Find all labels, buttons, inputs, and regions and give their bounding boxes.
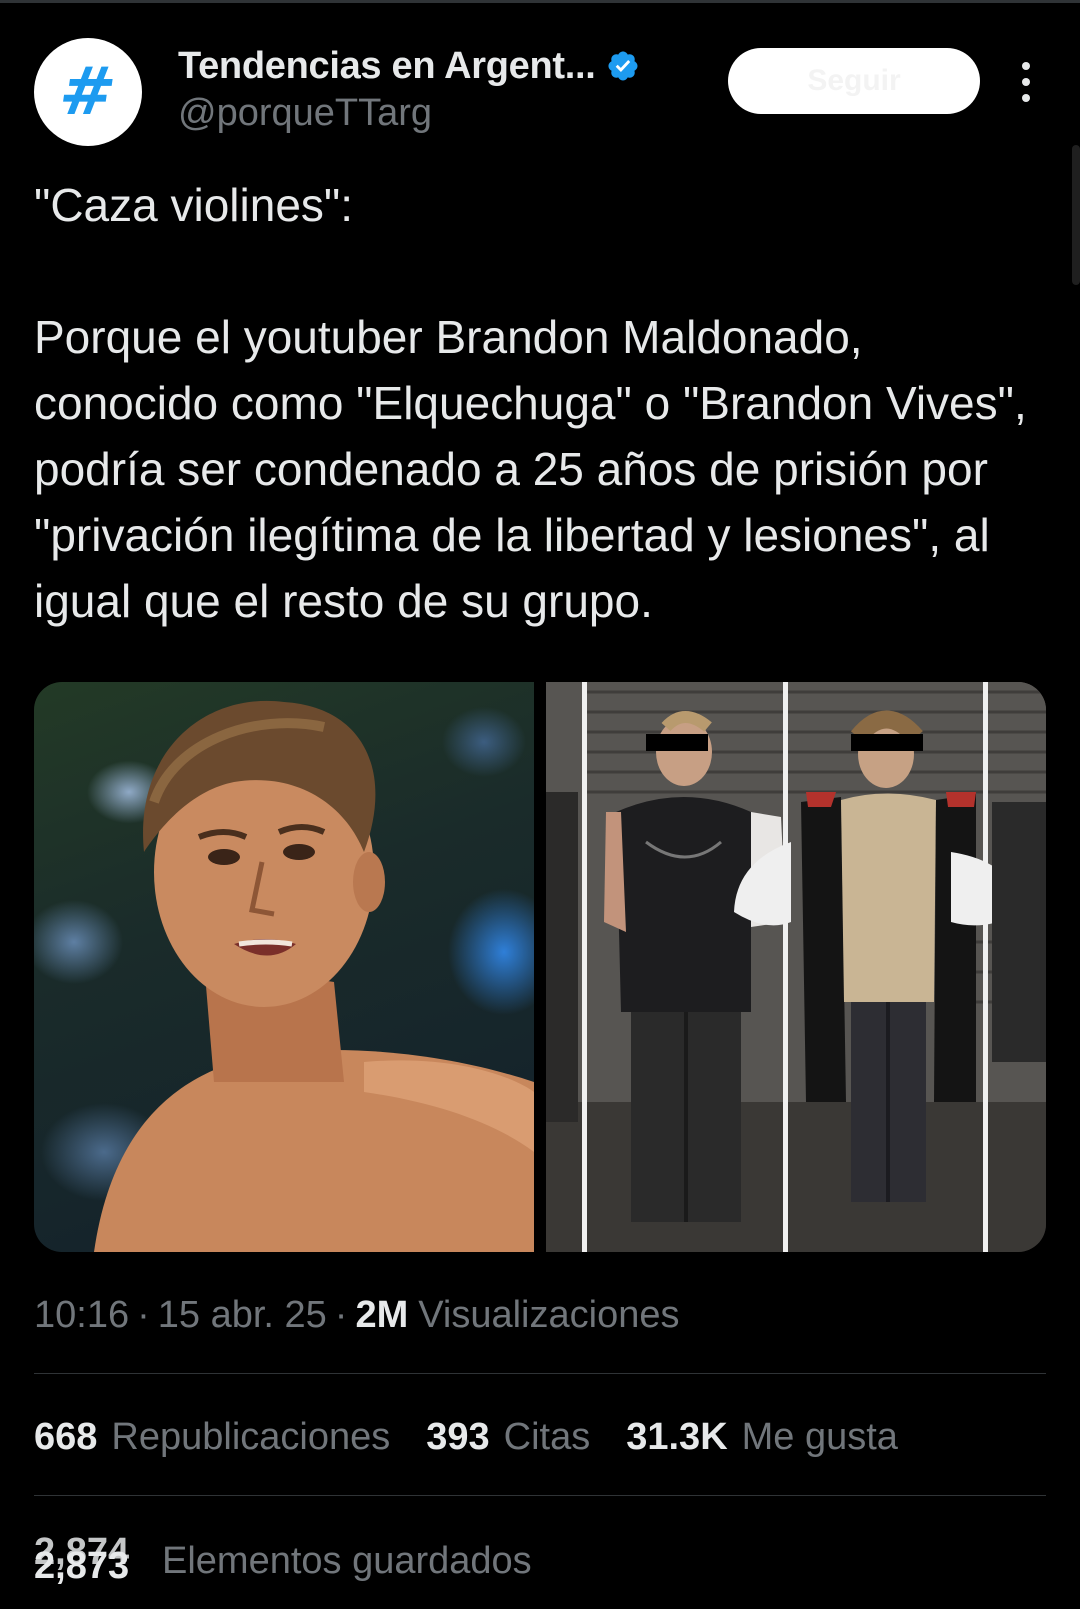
- avatar[interactable]: #: [34, 38, 142, 146]
- divider: [34, 1495, 1046, 1496]
- likes-count: 31.3K: [626, 1415, 728, 1458]
- tweet-meta: 10:16 · 15 abr. 25 · 2M Visualizaciones: [34, 1290, 679, 1340]
- tweet-heading: "Caza violines":: [34, 179, 354, 231]
- quotes-count: 393: [426, 1415, 490, 1458]
- arrest-illustration: [546, 682, 1046, 1252]
- verified-badge-icon: [608, 51, 638, 81]
- likes-label: Me gusta: [741, 1415, 898, 1458]
- media-photo-portrait[interactable]: [34, 682, 534, 1252]
- tweet-time[interactable]: 10:16: [34, 1294, 129, 1337]
- display-name[interactable]: Tendencias en Argent...: [178, 45, 596, 88]
- portrait-illustration: [94, 700, 534, 1252]
- scrollbar[interactable]: [1072, 145, 1080, 285]
- tweet-media[interactable]: [34, 682, 1046, 1252]
- hashtag-icon: #: [55, 53, 122, 130]
- quotes-stat[interactable]: 393 Citas: [426, 1416, 590, 1459]
- account-name-row[interactable]: Tendencias en Argent...: [178, 42, 640, 90]
- account-handle[interactable]: @porqueTTarg: [178, 92, 432, 135]
- engagement-stats: 668 Republicaciones 393 Citas 31.3K Me g…: [34, 1412, 934, 1462]
- reposts-stat[interactable]: 668 Republicaciones: [34, 1416, 390, 1459]
- meta-separator: ·: [137, 1293, 150, 1336]
- follow-button[interactable]: Seguir: [728, 48, 980, 114]
- tweet-date[interactable]: 15 abr. 25: [158, 1294, 327, 1337]
- more-options-icon[interactable]: [1012, 62, 1040, 102]
- reposts-label: Republicaciones: [111, 1415, 391, 1458]
- media-photo-arrest[interactable]: [546, 682, 1046, 1252]
- top-border: [0, 0, 1080, 3]
- tweet-body: Porque el youtuber Brandon Maldonado, co…: [34, 311, 1027, 627]
- views-label: Visualizaciones: [418, 1293, 680, 1336]
- quotes-label: Citas: [503, 1415, 591, 1458]
- meta-separator: ·: [334, 1293, 348, 1336]
- bookmarks-stat[interactable]: 2,874 2,873 Elementos guardados: [34, 1531, 532, 1588]
- bookmarks-count-current: 2,873: [34, 1545, 130, 1587]
- divider: [34, 1373, 1046, 1374]
- tweet-text: "Caza violines": Porque el youtuber Bran…: [34, 172, 1050, 634]
- views-count: 2M: [355, 1293, 409, 1336]
- bookmarks-count: 2,874 2,873: [34, 1531, 148, 1587]
- bookmarks-label: Elementos guardados: [162, 1539, 532, 1582]
- reposts-count: 668: [34, 1415, 98, 1458]
- likes-stat[interactable]: 31.3K Me gusta: [626, 1416, 898, 1459]
